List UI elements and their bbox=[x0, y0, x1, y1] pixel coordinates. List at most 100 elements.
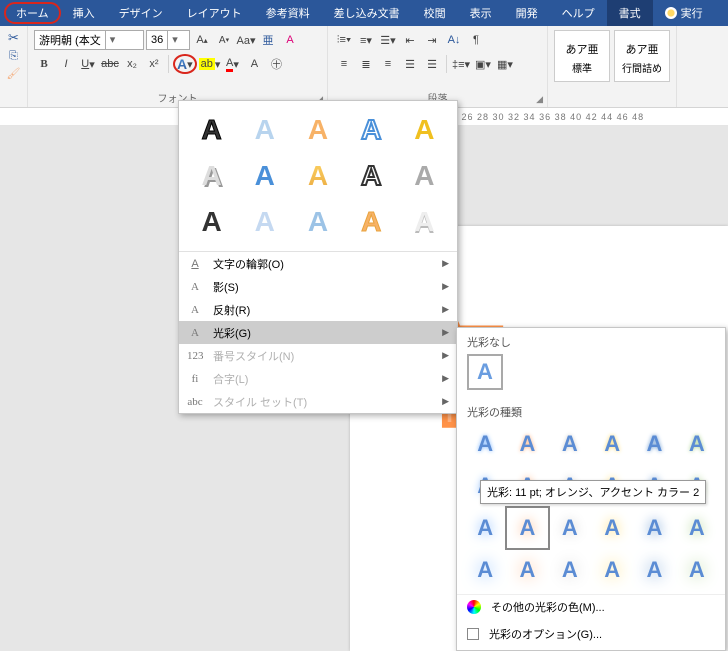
show-marks-button[interactable]: ¶ bbox=[466, 30, 486, 50]
align-right-button[interactable]: ≡ bbox=[378, 54, 398, 74]
glow-option[interactable]: A bbox=[507, 424, 547, 464]
clear-format-button[interactable]: A bbox=[280, 30, 300, 50]
char-shading-button[interactable]: A bbox=[244, 54, 264, 74]
tab-home[interactable]: ホーム bbox=[4, 2, 61, 24]
grow-font-button[interactable]: A▴ bbox=[192, 30, 212, 50]
tab-format[interactable]: 書式 bbox=[607, 0, 653, 26]
highlight-button[interactable]: ab▾ bbox=[199, 54, 221, 74]
glow-option[interactable]: A bbox=[507, 550, 547, 590]
numbering-button[interactable]: ≡▾ bbox=[356, 30, 376, 50]
chevron-down-icon[interactable]: ▾ bbox=[167, 31, 179, 49]
glow-tooltip: 光彩: 11 pt; オレンジ、アクセント カラー 2 bbox=[480, 480, 706, 504]
style-nospacing[interactable]: あア亜行間詰め bbox=[614, 30, 670, 82]
cut-icon[interactable]: ✂ bbox=[8, 30, 19, 46]
glow-option-selected[interactable]: A bbox=[507, 508, 547, 548]
phonetic-button[interactable]: 亜 bbox=[258, 30, 278, 50]
preset[interactable]: A bbox=[347, 155, 396, 197]
glow-option[interactable]: A bbox=[634, 424, 674, 464]
bullets-button[interactable]: ⫶≡▾ bbox=[334, 30, 354, 50]
paste-icon[interactable]: 🖌 bbox=[7, 67, 21, 80]
align-center-button[interactable]: ≣ bbox=[356, 54, 376, 74]
style-normal[interactable]: あア亜標準 bbox=[554, 30, 610, 82]
distribute-button[interactable]: ☰ bbox=[422, 54, 442, 74]
glow-option[interactable]: A bbox=[634, 508, 674, 548]
glow-none-option[interactable]: A bbox=[467, 354, 503, 390]
strike-button[interactable]: abc bbox=[100, 54, 120, 74]
preset[interactable]: A bbox=[240, 201, 289, 243]
preset[interactable]: A bbox=[187, 201, 236, 243]
inc-indent-button[interactable]: ⇥ bbox=[422, 30, 442, 50]
glow-icon: A bbox=[187, 327, 203, 339]
tab-tellme[interactable]: 実行 bbox=[653, 0, 715, 26]
preset[interactable]: A bbox=[293, 109, 342, 151]
glow-option[interactable]: A bbox=[592, 550, 632, 590]
glow-option[interactable]: A bbox=[465, 550, 505, 590]
menu-outline[interactable]: A文字の輪郭(O)▶ bbox=[179, 252, 457, 275]
preset[interactable]: A bbox=[293, 155, 342, 197]
align-left-button[interactable]: ≡ bbox=[334, 54, 354, 74]
bold-button[interactable]: B bbox=[34, 54, 54, 74]
clipboard-group: ✂ ⎘ 🖌 bbox=[0, 26, 28, 107]
glow-option[interactable]: A bbox=[592, 508, 632, 548]
tab-references[interactable]: 参考資料 bbox=[254, 0, 322, 26]
preset[interactable]: A bbox=[293, 201, 342, 243]
copy-icon[interactable]: ⎘ bbox=[9, 50, 18, 63]
preset[interactable]: A bbox=[347, 109, 396, 151]
glow-option[interactable]: A bbox=[677, 424, 717, 464]
preset[interactable]: A bbox=[187, 109, 236, 151]
preset[interactable]: A bbox=[240, 109, 289, 151]
preset[interactable]: A bbox=[240, 155, 289, 197]
ribbon-body: ✂ ⎘ 🖌 游明朝 (本文▾ 36▾ A▴ A▾ Aa▾ 亜 A B I U▾ … bbox=[0, 26, 728, 108]
menu-glow[interactable]: A光彩(G)▶ bbox=[179, 321, 457, 344]
justify-button[interactable]: ☰ bbox=[400, 54, 420, 74]
tab-layout[interactable]: レイアウト bbox=[175, 0, 254, 26]
glow-grid: A A A A A A A A A A A A A A A A A A A A … bbox=[457, 424, 725, 590]
glow-option[interactable]: A bbox=[465, 424, 505, 464]
glow-option[interactable]: A bbox=[677, 508, 717, 548]
glow-option[interactable]: A bbox=[465, 508, 505, 548]
dialog-launcher-icon[interactable]: ◢ bbox=[536, 94, 543, 105]
bulb-icon bbox=[665, 7, 677, 19]
chevron-down-icon[interactable]: ▾ bbox=[105, 31, 117, 49]
tab-insert[interactable]: 挿入 bbox=[61, 0, 107, 26]
preset[interactable]: A bbox=[347, 201, 396, 243]
menu-reflect[interactable]: A反射(R)▶ bbox=[179, 298, 457, 321]
glow-option[interactable]: A bbox=[550, 550, 590, 590]
text-effects-button[interactable]: A▾ bbox=[173, 54, 197, 74]
tab-mailings[interactable]: 差し込み文書 bbox=[322, 0, 412, 26]
preset[interactable]: A bbox=[400, 155, 449, 197]
font-size-select[interactable]: 36▾ bbox=[146, 30, 190, 50]
tab-help[interactable]: ヘルプ bbox=[550, 0, 607, 26]
preset[interactable]: A bbox=[187, 155, 236, 197]
glow-option[interactable]: A bbox=[677, 550, 717, 590]
glow-option[interactable]: A bbox=[550, 508, 590, 548]
font-name-select[interactable]: 游明朝 (本文▾ bbox=[34, 30, 144, 50]
glow-option[interactable]: A bbox=[592, 424, 632, 464]
tab-design[interactable]: デザイン bbox=[107, 0, 175, 26]
preset[interactable]: A bbox=[400, 201, 449, 243]
preset[interactable]: A bbox=[400, 109, 449, 151]
menu-shadow[interactable]: A影(S)▶ bbox=[179, 275, 457, 298]
superscript-button[interactable]: x² bbox=[144, 54, 164, 74]
glow-options[interactable]: 光彩のオプション(G)... bbox=[457, 622, 725, 646]
line-spacing-button[interactable]: ‡≡▾ bbox=[451, 54, 471, 74]
glow-option[interactable]: A bbox=[634, 550, 674, 590]
subscript-button[interactable]: x₂ bbox=[122, 54, 142, 74]
change-case-button[interactable]: Aa▾ bbox=[236, 30, 256, 50]
dec-indent-button[interactable]: ⇤ bbox=[400, 30, 420, 50]
font-color-button[interactable]: A▾ bbox=[222, 54, 242, 74]
multilevel-button[interactable]: ☰▾ bbox=[378, 30, 398, 50]
glow-more-colors[interactable]: その他の光彩の色(M)... bbox=[457, 594, 725, 618]
underline-button[interactable]: U▾ bbox=[78, 54, 98, 74]
shrink-font-button[interactable]: A▾ bbox=[214, 30, 234, 50]
italic-button[interactable]: I bbox=[56, 54, 76, 74]
tab-review[interactable]: 校閲 bbox=[412, 0, 458, 26]
glow-variations-header: 光彩の種類 bbox=[457, 398, 725, 424]
glow-option[interactable]: A bbox=[550, 424, 590, 464]
tab-developer[interactable]: 開発 bbox=[504, 0, 550, 26]
shading-button[interactable]: ▣▾ bbox=[473, 54, 493, 74]
enclose-button[interactable]: ㊉ bbox=[266, 54, 286, 74]
borders-button[interactable]: ▦▾ bbox=[495, 54, 515, 74]
tab-view[interactable]: 表示 bbox=[458, 0, 504, 26]
sort-button[interactable]: A↓ bbox=[444, 30, 464, 50]
